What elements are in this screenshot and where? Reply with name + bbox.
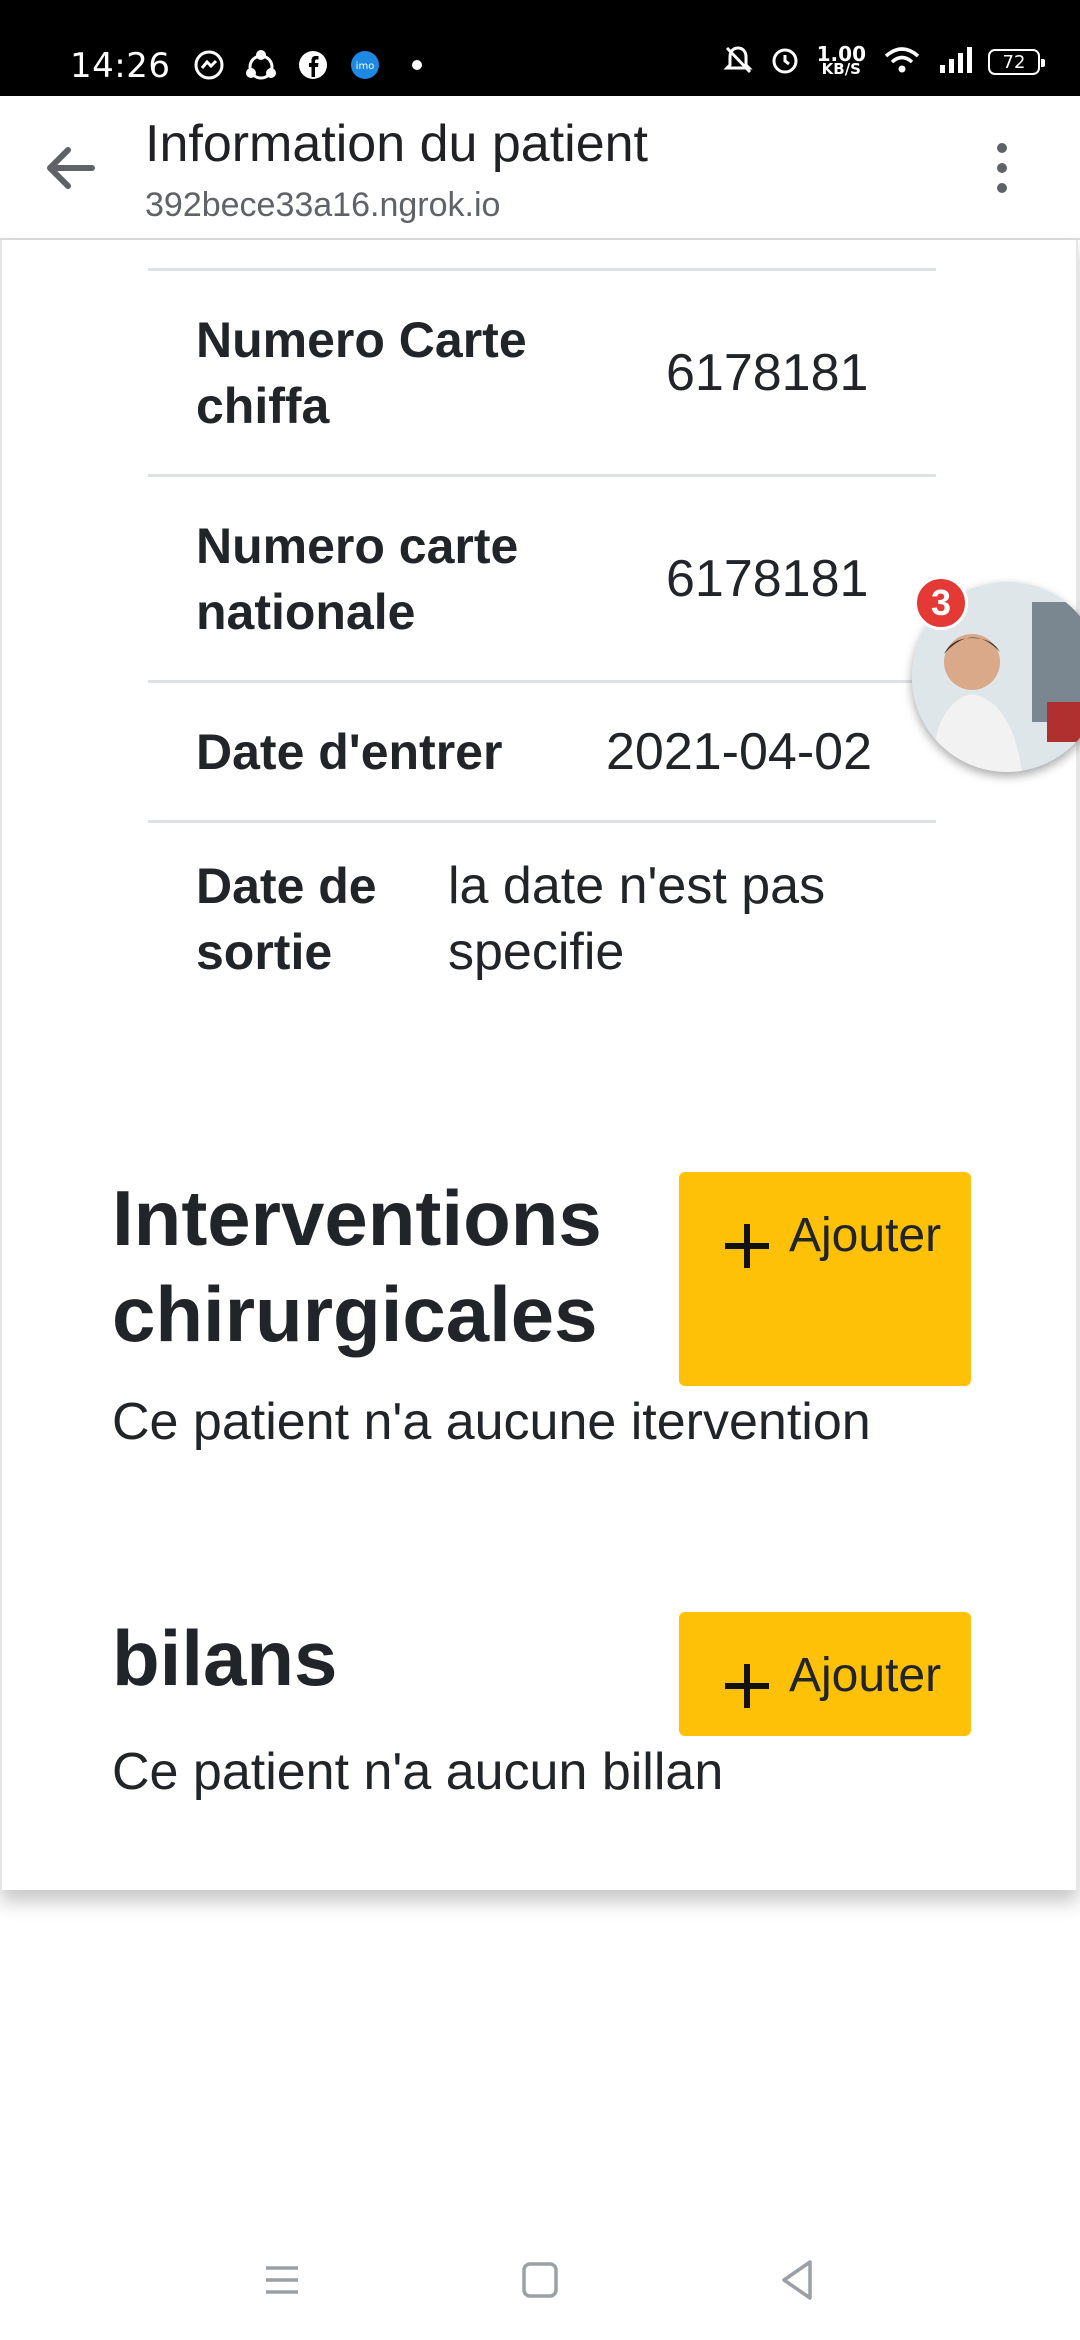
network-speed: 1.00 KB/S: [817, 44, 866, 78]
no-interventions-text: Ce patient n'a aucune itervention: [112, 1393, 871, 1451]
messenger-icon: [192, 48, 226, 82]
status-bar: 14:26 imo 1.00 KB/S 72: [0, 0, 1080, 96]
table-row: Numero carte nationale 6178181: [148, 474, 936, 680]
home-icon[interactable]: [510, 2250, 570, 2310]
interventions-heading: Interventions chirurgicales: [112, 1174, 602, 1358]
sync-icon: [244, 48, 278, 82]
facebook-icon: [296, 48, 330, 82]
signal-icon: [938, 45, 972, 79]
row-label: Date de sortie: [196, 858, 377, 980]
plus-icon: [721, 1660, 773, 1712]
row-label: Numero carte nationale: [196, 517, 519, 640]
patient-details-table: Numero Carte chiffa 6178181 Numero carte…: [148, 268, 936, 1010]
imo-icon: imo: [348, 48, 382, 82]
battery-icon: 72: [988, 49, 1045, 75]
status-time: 14:26: [70, 46, 171, 86]
chat-notification-badge: 3: [914, 576, 968, 630]
back-arrow-icon[interactable]: [40, 140, 100, 196]
system-navigation-bar: [0, 2220, 1080, 2340]
row-label: Date d'entrer: [196, 723, 503, 780]
table-row: Date d'entrer 2021-04-02: [148, 680, 936, 820]
wifi-icon: [882, 44, 922, 80]
bilans-heading: bilans: [112, 1614, 338, 1702]
back-triangle-icon[interactable]: [768, 2250, 828, 2310]
battery-level: 72: [1002, 51, 1026, 73]
more-vert-icon[interactable]: [990, 140, 1014, 196]
table-row: Date de sortie la date n'est pas specifi…: [148, 820, 936, 1010]
browser-app-bar: Information du patient 392bece33a16.ngro…: [0, 96, 1080, 240]
row-value: la date n'est pas specifie: [448, 857, 826, 981]
row-value: 2021-04-02: [606, 722, 872, 781]
plus-icon: [721, 1220, 773, 1272]
table-row: Numero Carte chiffa 6178181: [148, 268, 936, 474]
row-value: 6178181: [666, 549, 869, 608]
patient-info-card: Numero Carte chiffa 6178181 Numero carte…: [0, 240, 1078, 1890]
add-intervention-label: Ajouter: [789, 1209, 942, 1262]
page-title: Information du patient: [145, 115, 648, 173]
system-icons: 1.00 KB/S 72: [723, 44, 1045, 80]
add-intervention-button[interactable]: Ajouter: [679, 1172, 971, 1386]
recent-apps-icon[interactable]: [252, 2250, 312, 2310]
network-speed-unit: KB/S: [821, 60, 861, 78]
mute-bell-icon: [723, 44, 753, 80]
notification-icons: imo: [192, 48, 434, 82]
row-label: Numero Carte chiffa: [196, 311, 527, 434]
more-notifications-dot-icon: [400, 48, 434, 82]
alarm-icon: [769, 44, 801, 80]
add-bilan-label: Ajouter: [789, 1649, 942, 1702]
add-bilan-button[interactable]: Ajouter: [679, 1612, 971, 1736]
no-bilans-text: Ce patient n'a aucun billan: [112, 1743, 724, 1801]
row-value: 6178181: [666, 343, 869, 402]
page-url: 392bece33a16.ngrok.io: [145, 186, 501, 224]
svg-text:imo: imo: [356, 61, 375, 72]
